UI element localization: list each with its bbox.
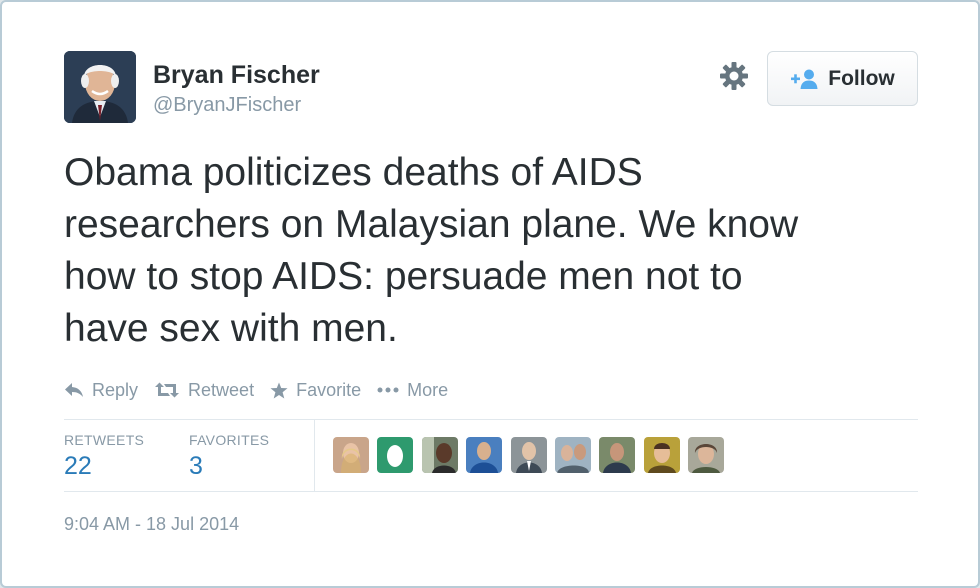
favoriter-avatar[interactable] xyxy=(333,437,369,473)
author-handle[interactable]: @BryanJFischer xyxy=(153,94,301,117)
user-photo-icon xyxy=(688,437,725,473)
more-dots-icon xyxy=(377,387,399,393)
divider-top xyxy=(64,419,918,420)
favoriter-avatar[interactable] xyxy=(688,437,725,473)
follow-button-label: Follow xyxy=(828,66,895,90)
retweet-button[interactable]: Retweet xyxy=(154,380,254,401)
author-avatar[interactable] xyxy=(64,51,136,123)
tweet-timestamp[interactable]: 9:04 AM - 18 Jul 2014 xyxy=(64,514,239,535)
user-photo-icon xyxy=(466,437,503,473)
retweets-label: RETWEETS xyxy=(64,432,145,448)
profile-photo-icon xyxy=(64,51,136,123)
follow-button[interactable]: Follow xyxy=(767,51,918,106)
divider-bottom xyxy=(64,491,918,492)
reply-icon xyxy=(65,383,83,397)
tweet-text: Obama politicizes deaths of AIDS researc… xyxy=(64,151,799,350)
more-label: More xyxy=(407,379,449,400)
tweet-card: Bryan Fischer @BryanJFischer Follow Obam… xyxy=(0,0,980,588)
retweets-count[interactable]: 22 xyxy=(64,452,92,481)
reply-button[interactable]: Reply xyxy=(64,380,138,401)
add-user-icon xyxy=(791,69,818,89)
user-photo-icon xyxy=(554,437,591,473)
more-button[interactable]: More xyxy=(377,380,448,401)
favoriter-avatar[interactable] xyxy=(643,437,680,473)
retweet-icon xyxy=(155,382,180,398)
user-photo-icon xyxy=(333,437,369,473)
user-photo-icon xyxy=(421,437,458,473)
favorited-by-avatars xyxy=(333,437,733,473)
favorite-label: Favorite xyxy=(296,379,362,400)
favorites-label: FAVORITES xyxy=(189,432,270,448)
retweet-label: Retweet xyxy=(188,379,255,400)
author-name[interactable]: Bryan Fischer xyxy=(153,61,320,90)
user-photo-icon xyxy=(643,437,680,473)
stats-separator xyxy=(314,420,315,492)
default-egg-icon xyxy=(377,437,414,473)
favoriter-avatar[interactable] xyxy=(466,437,503,473)
favorite-button[interactable]: Favorite xyxy=(270,380,361,401)
favoriter-avatar[interactable] xyxy=(421,437,458,473)
favoriter-avatar[interactable] xyxy=(510,437,547,473)
user-photo-icon xyxy=(510,437,547,473)
favoriter-avatar[interactable] xyxy=(554,437,591,473)
favorites-count[interactable]: 3 xyxy=(189,452,203,481)
star-icon xyxy=(270,382,288,398)
gear-icon[interactable] xyxy=(718,60,750,92)
user-photo-icon xyxy=(599,437,636,473)
favoriter-avatar[interactable] xyxy=(377,437,414,473)
reply-label: Reply xyxy=(92,379,139,400)
favoriter-avatar[interactable] xyxy=(599,437,636,473)
tweet-actions: Reply Retweet Favorite More xyxy=(64,376,464,404)
